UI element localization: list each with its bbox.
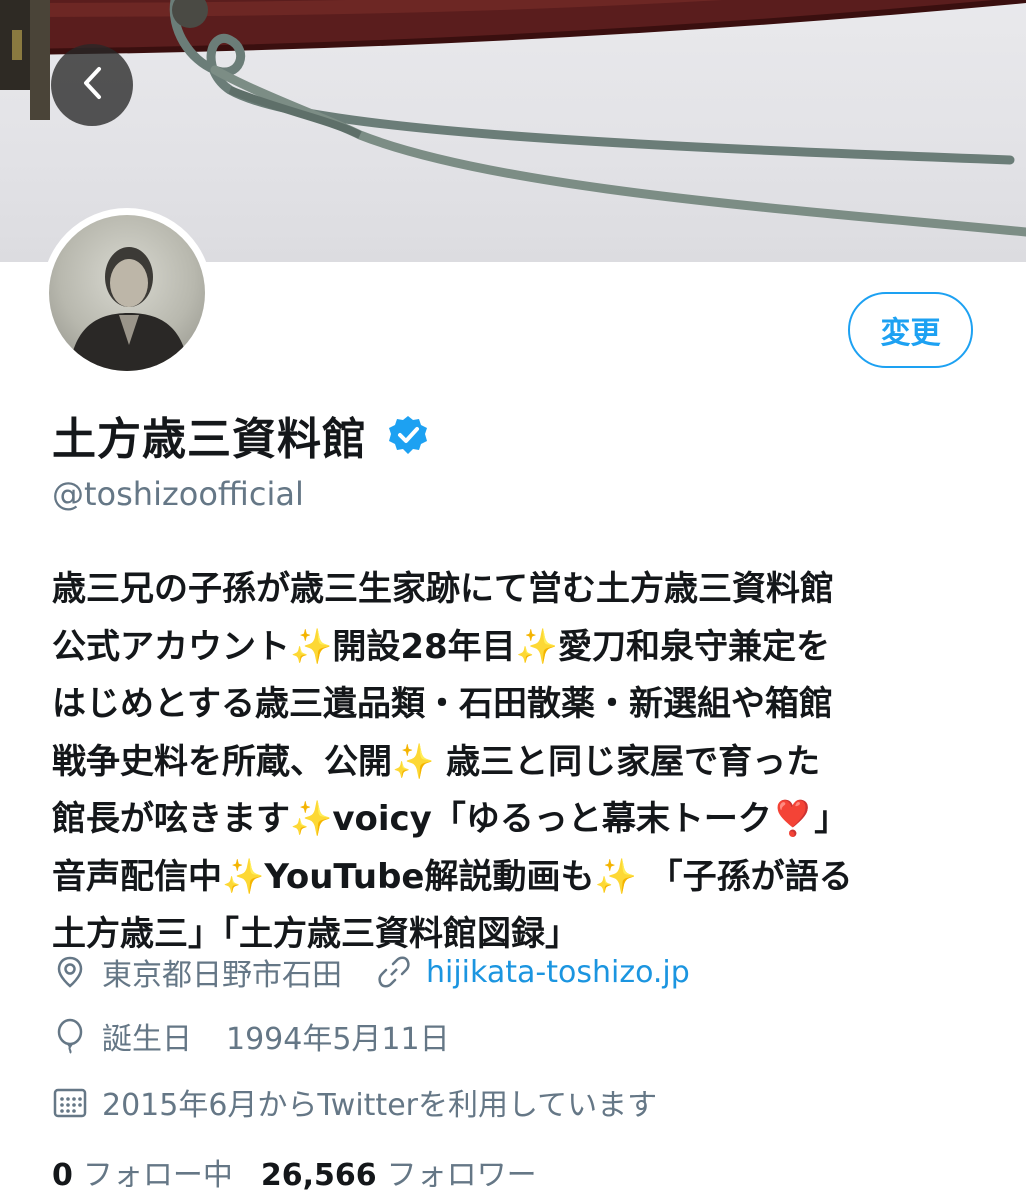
following-link[interactable]: 0 フォロー中: [52, 1150, 233, 1194]
birthday-label: 誕生日: [102, 1022, 192, 1057]
bio-text: YouTube解説動画も: [264, 856, 595, 897]
bio-line: はじめとする歳三遺品類・石田散薬・新選組や箱館: [52, 676, 992, 734]
handle: @toshizoofficial: [52, 475, 304, 513]
verified-badge-icon: [387, 414, 429, 456]
joined-text: 2015年6月からTwitterを利用しています: [102, 1088, 658, 1123]
bio-text: 戦争史料を所蔵、公開: [52, 741, 392, 782]
following-count: 0: [52, 1158, 73, 1193]
bio-text: 開設28年目: [332, 626, 516, 667]
location-website-row: 東京都日野市石田 hijikata-toshizo.jp: [52, 950, 690, 994]
calendar-icon: [52, 1084, 88, 1120]
bio: 歳三兄の子孫が歳三生家跡にて営む土方歳三資料館 公式アカウント✨開設28年目✨愛…: [52, 561, 992, 964]
bio-line: 歳三兄の子孫が歳三生家跡にて営む土方歳三資料館: [52, 561, 992, 619]
bio-line: 公式アカウント✨開設28年目✨愛刀和泉守兼定を: [52, 619, 992, 677]
bio-text: 音声配信中: [52, 856, 222, 897]
bio-text: 歳三と同じ家屋で育った: [434, 741, 821, 782]
sparkles-icon: ✨: [392, 741, 435, 782]
bio-text: はじめとする歳三遺品類・石田散薬・新選組や箱館: [52, 684, 833, 724]
sparkles-icon: ✨: [290, 626, 333, 667]
bio-text: 歳三兄の子孫が歳三生家跡にて営む土方歳三資料館: [52, 569, 834, 609]
chevron-left-icon: [77, 63, 107, 107]
bio-line: 戦争史料を所蔵、公開✨ 歳三と同じ家屋で育った: [52, 734, 992, 792]
link-icon: [376, 954, 412, 990]
website-link[interactable]: hijikata-toshizo.jp: [426, 955, 690, 990]
back-button[interactable]: [51, 44, 133, 126]
birthday-row: 誕生日 1994年5月11日: [52, 1014, 450, 1058]
sparkles-icon: ✨: [222, 856, 265, 897]
edit-profile-button[interactable]: 変更: [848, 292, 973, 368]
heart-exclamation-icon: ❣️: [771, 799, 815, 839]
joined-row: 2015年6月からTwitterを利用しています: [52, 1080, 657, 1124]
balloon-icon: [52, 1018, 88, 1054]
bio-text: 「子孫が語る: [636, 856, 853, 897]
followers-label: フォロワー: [386, 1158, 537, 1193]
sparkles-icon: ✨: [290, 799, 333, 839]
bio-text: 愛刀和泉守兼定を: [558, 626, 831, 667]
bio-text: 土方歳三」「土方歳三資料館図録」: [52, 914, 579, 954]
followers-count: 26,566: [260, 1158, 377, 1193]
name-row: 土方歳三資料館: [52, 400, 429, 470]
sparkles-icon: ✨: [515, 626, 559, 667]
follow-stats: 0 フォロー中 26,566 フォロワー: [52, 1150, 537, 1194]
bio-text: 公式アカウント: [52, 626, 290, 667]
birthday-date: 1994年5月11日: [226, 1022, 450, 1057]
bio-text: 」: [814, 799, 849, 839]
location-pin-icon: [52, 954, 88, 990]
bio-text: 館長が呟きます: [52, 799, 290, 839]
location-text: 東京都日野市石田: [102, 958, 342, 993]
following-label: フォロー中: [82, 1158, 233, 1193]
bio-text: voicy「ゆるっと幕末トーク: [332, 799, 772, 839]
display-name: 土方歳三資料館: [52, 414, 367, 465]
avatar[interactable]: [42, 208, 212, 378]
sparkles-icon: ✨: [594, 856, 637, 897]
bio-line: 音声配信中✨YouTube解説動画も✨ 「子孫が語る: [52, 849, 992, 907]
followers-link[interactable]: 26,566 フォロワー: [261, 1150, 537, 1194]
bio-line: 館長が呟きます✨voicy「ゆるっと幕末トーク❣️」: [52, 791, 992, 849]
avatar-photo: [49, 215, 205, 371]
